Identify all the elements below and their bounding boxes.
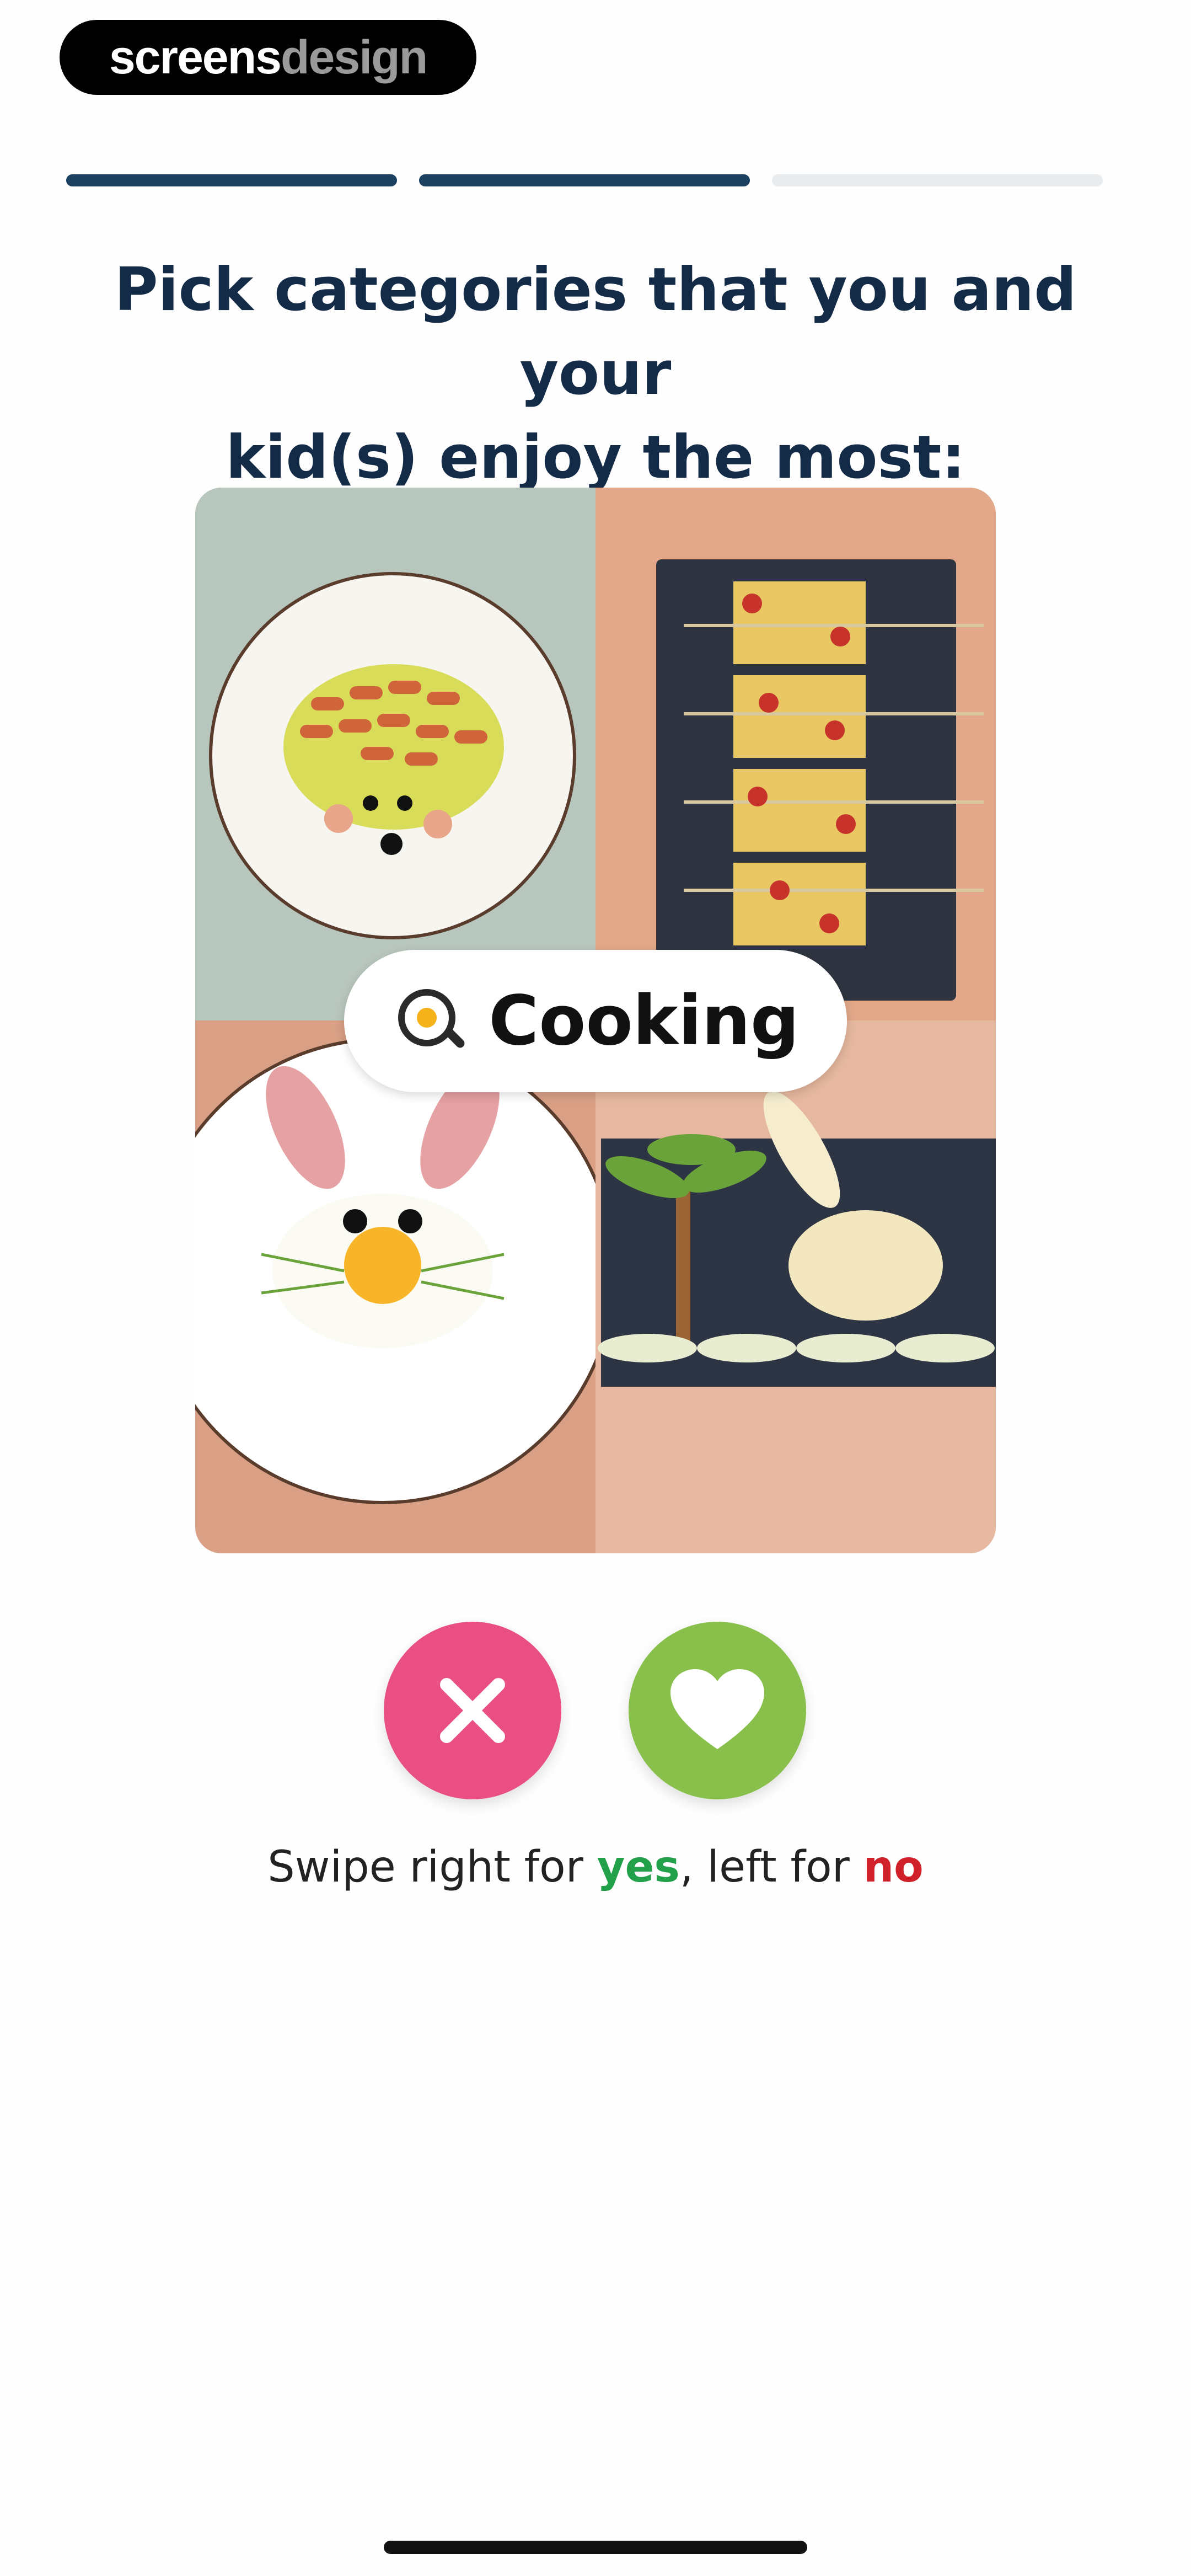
- category-label-pill: Cooking: [344, 950, 847, 1092]
- category-label: Cooking: [489, 981, 800, 1061]
- close-icon: [440, 1678, 505, 1743]
- screensdesign-logo: screens design: [60, 20, 476, 95]
- swipe-hint-prefix: Swipe right for: [267, 1842, 597, 1892]
- swipe-hint-middle: , left for: [679, 1842, 863, 1892]
- progress-step-3: [772, 174, 1103, 186]
- logo-text-design: design: [281, 30, 428, 84]
- dislike-button[interactable]: [384, 1622, 561, 1799]
- heart-icon: [670, 1669, 764, 1749]
- progress-step-1: [66, 174, 397, 186]
- frying-pan-egg-icon: [398, 989, 465, 1048]
- swipe-hint-no: no: [863, 1842, 924, 1892]
- page-title-line-1: Pick categories that you and your: [114, 255, 1077, 408]
- onboarding-progress: [66, 174, 1103, 186]
- like-button[interactable]: [629, 1622, 806, 1799]
- swipe-hint: Swipe right for yes, left for no: [0, 1842, 1191, 1892]
- home-indicator: [384, 2541, 807, 2554]
- swipe-hint-yes: yes: [597, 1842, 680, 1892]
- logo-text-screens: screens: [109, 30, 282, 84]
- page-title: Pick categories that you and your kid(s)…: [44, 248, 1147, 500]
- progress-step-2: [419, 174, 750, 186]
